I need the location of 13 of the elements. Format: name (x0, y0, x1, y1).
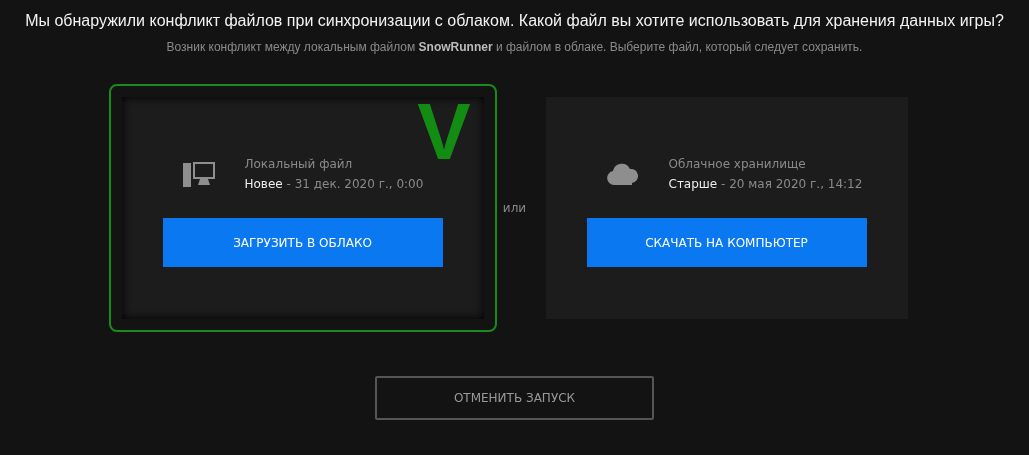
dialog-title: Мы обнаружили конфликт файлов при синхронизации с облаком. Какой файл вы хотите использовать для хранения данных игры? (25, 12, 1004, 30)
cancel-button[interactable]: ОТМЕНИТЬ ЗАПУСК (375, 376, 654, 420)
option-title: Локальный файл (244, 157, 354, 171)
dialog-description: Возник конфликт между локальным файлом SnowRunner и файлом в облаке. Выберите файл, который следует сохранить. (166, 40, 863, 54)
download-button[interactable]: СКАЧАТЬ НА КОМПЬЮТЕР (586, 218, 867, 267)
check-mark: V (417, 92, 471, 172)
separator-text: или (501, 201, 528, 215)
option-date: Старше - 20 мая 2020 г., 14:12 (668, 177, 863, 191)
option-date: Новее - 31 дек. 2020 г., 0:00 (244, 177, 424, 191)
computer-icon (182, 159, 215, 189)
cloud-icon (606, 163, 639, 185)
upload-button[interactable]: ЗАГРУЗИТЬ В ОБЛАКО (162, 218, 443, 267)
option-title: Облачное хранилище (668, 157, 807, 171)
